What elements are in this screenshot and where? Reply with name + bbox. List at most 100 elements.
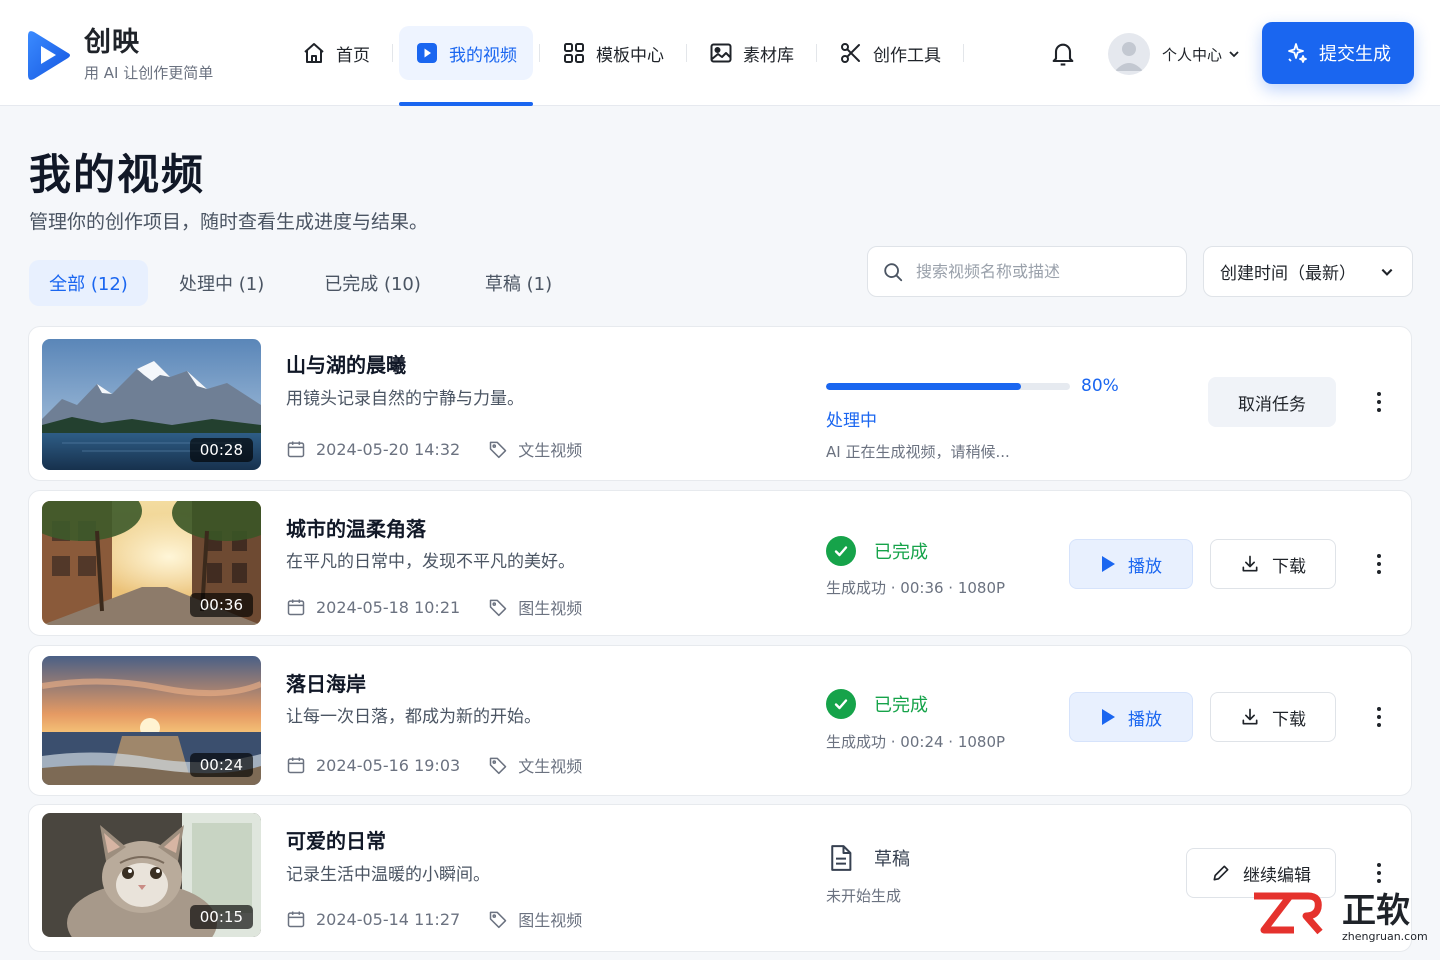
search-icon [882,261,904,283]
tab-all[interactable]: 全部 (12) [29,260,148,306]
video-meta: 2024-05-18 10:21 图生视频 [286,595,582,619]
document-icon [826,843,856,873]
video-card[interactable]: 00:28 山与湖的晨曦 用镜头记录自然的宁静与力量。 2024-05-20 1… [28,326,1412,481]
duration-badge: 00:15 [189,905,253,929]
video-thumbnail[interactable]: 00:15 [42,813,261,937]
video-title[interactable]: 山与湖的晨曦 [286,349,406,378]
video-date: 2024-05-14 11:27 [316,909,461,929]
play-button[interactable]: 播放 [1069,539,1193,589]
image-icon [709,41,733,65]
more-options-icon[interactable] [1369,702,1389,732]
page-subtitle: 管理你的创作项目，随时查看生成进度与结果。 [29,211,429,233]
download-icon [1240,554,1260,574]
play-button[interactable]: 播放 [1069,692,1193,742]
video-meta: 2024-05-20 14:32 文生视频 [286,437,582,461]
watermark-logo: 正软 zhengruan.com [1250,886,1430,946]
submit-label: 提交生成 [1319,44,1391,65]
video-title[interactable]: 可爱的日常 [286,825,386,854]
nav-item-tools[interactable]: 创作工具 [823,26,957,80]
status-completed: 已完成 [826,536,928,566]
video-card[interactable]: 00:36 城市的温柔角落 在平凡的日常中，发现不平凡的美好。 2024-05-… [28,490,1412,636]
more-options-icon[interactable] [1369,387,1389,417]
nav-divider [392,44,393,62]
status-note: 生成成功 · 00:36 · 1080P [826,579,1006,597]
tag-icon [488,909,508,929]
nav-item-assets[interactable]: 素材库 [693,26,810,80]
video-card[interactable]: 00:24 落日海岸 让每一次日落，都成为新的开始。 2024-05-16 19… [28,645,1412,796]
cancel-task-button[interactable]: 取消任务 [1208,377,1336,427]
download-label: 下载 [1272,709,1306,730]
chevron-down-icon [1380,265,1394,279]
play-icon [1100,708,1116,726]
nav-label: 模板中心 [596,45,664,66]
tag-icon [488,439,508,459]
video-type: 图生视频 [518,911,583,930]
video-title[interactable]: 落日海岸 [286,668,366,697]
calendar-icon [286,909,306,929]
tab-processing[interactable]: 处理中 (1) [179,260,264,306]
video-description: 记录生活中温暖的小瞬间。 [286,865,490,885]
download-button[interactable]: 下载 [1210,539,1336,589]
video-thumbnail[interactable]: 00:28 [42,339,261,470]
search-box [867,246,1187,297]
tag-icon [488,755,508,775]
svg-text:zhengruan.com: zhengruan.com [1342,930,1428,943]
tools-icon [839,41,863,65]
more-options-icon[interactable] [1369,549,1389,579]
nav-item-templates[interactable]: 模板中心 [546,26,680,80]
check-circle-icon [826,689,856,719]
duration-badge: 00:36 [189,593,253,617]
submit-generate-button[interactable]: 提交生成 [1262,22,1414,84]
play-label: 播放 [1128,556,1162,577]
calendar-icon [286,755,306,775]
status-draft: 草稿 [826,843,910,873]
video-type: 图生视频 [518,599,583,618]
video-thumbnail[interactable]: 00:36 [42,501,261,625]
nav-item-my-videos[interactable]: 我的视频 [399,26,533,106]
calendar-icon [286,597,306,617]
sort-selected-value: 创建时间（最新） [1220,264,1356,284]
nav-label: 创作工具 [873,45,941,66]
play-label: 播放 [1128,709,1162,730]
status-note: AI 正在生成视频，请稍候... [826,443,1010,461]
duration-badge: 00:24 [189,753,253,777]
more-options-icon[interactable] [1369,858,1389,888]
chevron-down-icon [1228,45,1240,64]
download-button[interactable]: 下载 [1210,692,1336,742]
video-date: 2024-05-16 19:03 [316,755,461,775]
app-logo[interactable]: 创映 用 AI 让创作更简单 [26,26,213,83]
duration-badge: 00:28 [189,438,253,462]
video-thumbnail[interactable]: 00:24 [42,656,261,785]
search-input[interactable] [916,262,1176,281]
home-icon [302,41,326,65]
video-type: 文生视频 [518,441,583,460]
video-title[interactable]: 城市的温柔角落 [286,513,426,542]
nav-divider [686,44,687,62]
video-icon [415,41,439,65]
tab-drafts[interactable]: 草稿 (1) [485,260,552,306]
video-description: 在平凡的日常中，发现不平凡的美好。 [286,552,575,572]
video-date: 2024-05-18 10:21 [316,597,461,617]
progress-percent: 80% [1081,376,1119,396]
download-icon [1240,707,1260,727]
nav-item-home[interactable]: 首页 [286,26,386,80]
play-icon [1100,555,1116,573]
status-label: 已完成 [874,542,928,563]
page-title: 我的视频 [29,150,206,199]
tab-completed[interactable]: 已完成 (10) [324,260,421,306]
grid-icon [562,41,586,65]
bell-icon[interactable] [1049,40,1077,68]
status-label: 草稿 [874,849,910,870]
tag-icon [488,597,508,617]
status-note: 未开始生成 [826,887,902,905]
user-label: 个人中心 [1162,45,1223,64]
status-label: 处理中 [826,411,877,431]
sort-select[interactable]: 创建时间（最新） [1203,246,1413,297]
progress-bar [826,383,1070,390]
app-name: 创映 [84,27,140,58]
nav-label: 素材库 [743,45,794,66]
status-completed: 已完成 [826,689,928,719]
video-card[interactable]: 00:15 可爱的日常 记录生活中温暖的小瞬间。 2024-05-14 11:2… [28,804,1412,952]
user-menu[interactable]: 个人中心 [1108,33,1240,75]
download-label: 下载 [1272,556,1306,577]
